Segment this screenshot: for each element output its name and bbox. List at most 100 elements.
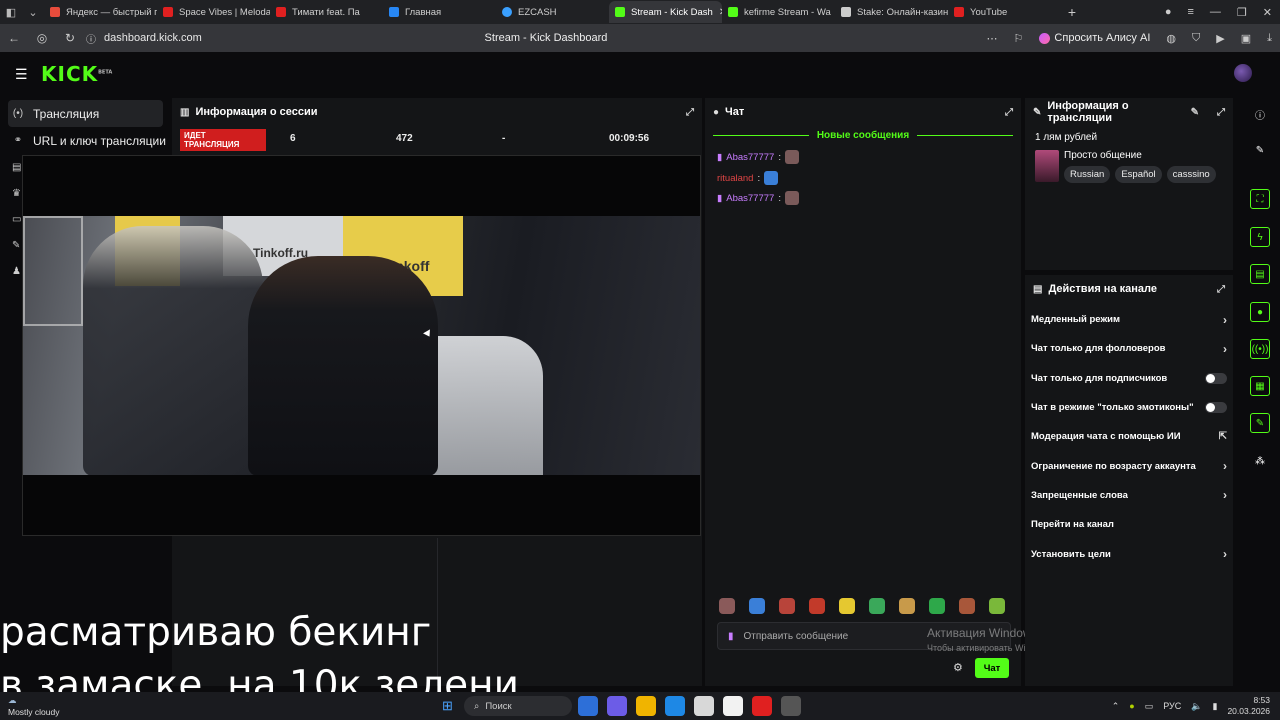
tab-list-chevron-icon[interactable]: ⌄ — [22, 2, 44, 22]
taskbar-app-icon[interactable] — [636, 696, 656, 716]
kick-logo-beta: BETA — [98, 69, 113, 76]
taskbar-app-icon[interactable] — [752, 696, 772, 716]
nav-item-stream-key[interactable]: ⚭ URL и ключ трансляции — [0, 127, 170, 154]
taskbar-apps — [578, 696, 801, 716]
lightning-icon[interactable]: ϟ — [1250, 227, 1270, 247]
stream-tag[interactable]: Russian — [1064, 166, 1111, 183]
nav-item-broadcast[interactable]: (•) Трансляция — [8, 100, 163, 127]
close-window-icon[interactable]: ✕ — [1263, 6, 1272, 19]
chat-username[interactable]: ritualand — [717, 173, 753, 184]
battery-icon[interactable]: ▮ — [1213, 701, 1218, 712]
emote-button[interactable] — [959, 598, 975, 614]
taskbar-app-icon[interactable] — [723, 696, 743, 716]
browser-tab[interactable]: Stake: Онлайн-казин — [835, 1, 948, 23]
window-menu-icon[interactable]: ◧ — [0, 2, 22, 22]
kick-logo[interactable]: KICKBETA — [41, 62, 112, 86]
browser-tab[interactable]: kefirme Stream - Wa — [722, 1, 835, 23]
taskbar-clock[interactable]: 8:53 20.03.2026 — [1227, 695, 1270, 717]
clip-icon[interactable]: ⛶ — [1250, 189, 1270, 209]
action-slow-mode[interactable]: Медленный режим › — [1025, 305, 1233, 334]
emote-button[interactable] — [749, 598, 765, 614]
action-go-to-channel[interactable]: Перейти на канал — [1025, 510, 1233, 539]
emotes-only-toggle[interactable] — [1205, 402, 1227, 414]
taskbar-app-icon[interactable] — [781, 696, 801, 716]
menu-icon[interactable]: ≡ — [1187, 6, 1193, 19]
chat-settings-gear-icon[interactable]: ⚙ — [953, 661, 963, 674]
expand-icon[interactable]: ⤢ — [686, 107, 694, 118]
minimize-icon[interactable]: — — [1210, 6, 1221, 19]
browser-tab[interactable]: Яндекс — быстрый п — [44, 1, 157, 23]
language-indicator[interactable]: РУС — [1163, 701, 1181, 711]
tray-chevron-icon[interactable]: ⌃ — [1112, 701, 1120, 712]
media-icon[interactable]: ▶ — [1216, 32, 1224, 45]
subscribers-only-toggle[interactable] — [1205, 372, 1227, 384]
hamburger-menu-icon[interactable]: ☰ — [15, 66, 29, 83]
speaker-icon[interactable]: 🔈 — [1191, 701, 1202, 712]
edit-pencil-icon[interactable]: ✎ — [1250, 140, 1270, 160]
emote-button[interactable] — [989, 598, 1005, 614]
browser-tab[interactable]: Space Vibes | Meloda — [157, 1, 270, 23]
taskbar-app-icon[interactable] — [607, 696, 627, 716]
expand-icon[interactable]: ⤢ — [1217, 107, 1225, 118]
emote-button[interactable] — [719, 598, 735, 614]
wrench-icon[interactable]: ✎ — [1250, 413, 1270, 433]
expand-icon[interactable]: ⤢ — [1005, 107, 1013, 118]
emote-button[interactable] — [899, 598, 915, 614]
chat-message[interactable]: ▮ Abas77777: — [717, 191, 799, 205]
action-account-age[interactable]: Ограничение по возрасту аккаунта › — [1025, 451, 1233, 480]
broadcast-toggle-icon[interactable]: ((•)) — [1250, 339, 1270, 359]
new-tab-icon[interactable]: + — [1061, 4, 1083, 20]
shield-icon[interactable]: ⛉ — [1192, 32, 1200, 45]
action-set-goals[interactable]: Установить цели › — [1025, 539, 1233, 568]
profile-icon[interactable]: ● — [1165, 6, 1172, 19]
document-icon[interactable]: ▤ — [1250, 264, 1270, 284]
browser-tab[interactable]: EZCASH — [496, 1, 609, 23]
chat-username[interactable]: Abas77777 — [726, 193, 774, 204]
action-followers-only[interactable]: Чат только для фолловеров › — [1025, 334, 1233, 363]
browser-tab[interactable]: Тимати feat. Па — [270, 1, 383, 23]
emote-button[interactable] — [809, 598, 825, 614]
bookmark-icon[interactable]: ⚐ — [1014, 32, 1024, 45]
globe-icon[interactable]: ◍ — [1166, 32, 1176, 45]
category-thumbnail[interactable] — [1035, 150, 1059, 182]
chat-send-button[interactable]: Чат — [975, 658, 1009, 678]
edit-icon[interactable]: ✎ — [1191, 107, 1199, 118]
emote-button[interactable] — [839, 598, 855, 614]
collections-icon[interactable]: ▣ — [1241, 32, 1251, 45]
taskbar-app-icon[interactable] — [665, 696, 685, 716]
stream-category[interactable]: Просто общение — [1064, 150, 1142, 161]
tray-app-icon[interactable]: ● — [1129, 701, 1134, 711]
action-ai-moderation[interactable]: Модерация чата с помощью ИИ ⇱ — [1025, 422, 1233, 451]
info-icon[interactable]: ⓘ — [1250, 104, 1270, 124]
chat-username[interactable]: Abas77777 — [726, 152, 774, 163]
taskbar-app-icon[interactable] — [694, 696, 714, 716]
start-icon[interactable]: ⊞ — [442, 698, 453, 714]
alice-button[interactable]: Спросить Алису AI — [1039, 32, 1150, 44]
share-icon[interactable]: ⁂ — [1250, 451, 1270, 471]
tab-favicon-icon — [615, 7, 625, 17]
browser-tab[interactable]: Главная — [383, 1, 496, 23]
more-icon[interactable]: ⋯ — [987, 32, 998, 45]
stream-preview[interactable]: Tinkoff.ru Tinkoff — [22, 155, 701, 536]
tray-app-icon[interactable]: ▭ — [1145, 701, 1154, 712]
user-avatar[interactable] — [1234, 64, 1252, 82]
taskbar-search[interactable]: ⌕ Поиск — [464, 696, 572, 716]
emote-button[interactable] — [929, 598, 945, 614]
taskbar-app-icon[interactable] — [578, 696, 598, 716]
chat-message[interactable]: ▮ Abas77777: — [717, 150, 799, 164]
weather-widget[interactable]: ☁ Mostly cloudy — [8, 694, 60, 718]
layout-icon[interactable]: ▦ — [1250, 376, 1270, 396]
browser-tab-active[interactable]: Stream - Kick Dash✕ — [609, 1, 722, 23]
browser-tab[interactable]: YouTube — [948, 1, 1061, 23]
action-label: Установить цели — [1031, 548, 1111, 560]
stream-tag[interactable]: casssino — [1166, 166, 1216, 183]
emote-button[interactable] — [869, 598, 885, 614]
restore-icon[interactable]: ❐ — [1237, 6, 1247, 19]
stream-tag[interactable]: Español — [1115, 166, 1162, 183]
expand-icon[interactable]: ⤢ — [1217, 284, 1225, 295]
emote-button[interactable] — [779, 598, 795, 614]
action-banned-words[interactable]: Запрещенные слова › — [1025, 481, 1233, 510]
chat-icon[interactable]: ● — [1250, 302, 1270, 322]
download-icon[interactable]: ⤓ — [1267, 32, 1272, 45]
chat-message[interactable]: ritualand: — [717, 171, 779, 185]
